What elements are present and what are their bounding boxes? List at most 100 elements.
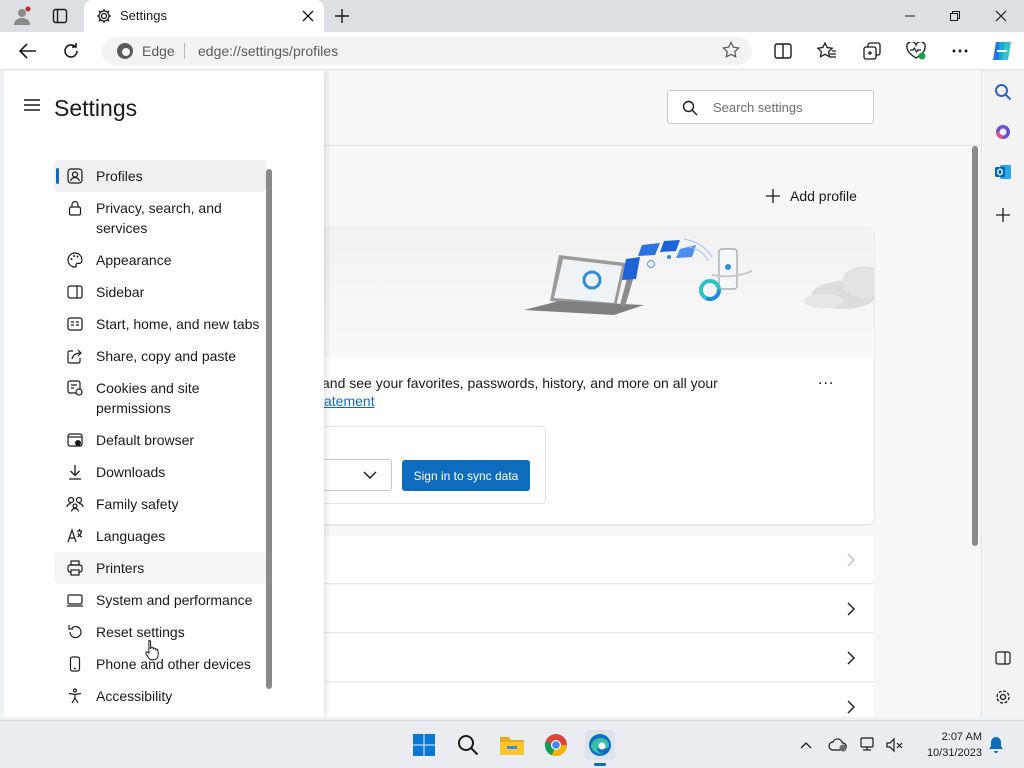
search-sidebar-icon[interactable]	[992, 81, 1014, 103]
nav-item-label: Phone and other devices	[96, 656, 251, 672]
file-explorer-icon[interactable]	[497, 730, 527, 760]
appearance-icon	[66, 251, 84, 269]
add-profile-button[interactable]: Add profile	[766, 185, 857, 207]
settings-heading: Settings	[54, 95, 138, 121]
download-icon	[66, 463, 84, 481]
sidebar-icon	[66, 283, 84, 301]
plus-icon	[766, 189, 780, 203]
windows-start-icon[interactable]	[409, 730, 439, 760]
sync-description: and see your favorites, passwords, histo…	[324, 375, 718, 391]
close-tab-icon[interactable]	[298, 6, 318, 26]
address-brand: Edge	[142, 43, 175, 59]
chevron-right-icon	[846, 602, 856, 616]
add-sidebar-app-icon[interactable]	[992, 204, 1014, 226]
search-input[interactable]: Search settings	[667, 90, 874, 124]
add-profile-label: Add profile	[790, 188, 857, 204]
nav-item-profiles[interactable]: Profiles	[54, 160, 266, 192]
sync-box: Sign in to sync data	[324, 426, 546, 504]
nav-item-label: Appearance	[96, 252, 172, 268]
nav-item-start-home[interactable]: Start, home, and new tabs	[54, 308, 266, 340]
profiles-icon	[66, 167, 84, 185]
cookies-icon	[66, 379, 84, 397]
hamburger-menu-icon[interactable]	[24, 99, 40, 111]
profile-setting-row[interactable]	[324, 585, 874, 633]
nav-item-label: Default browser	[96, 432, 195, 448]
nav-item-accessibility[interactable]: Accessibility	[54, 680, 266, 712]
microsoft365-icon[interactable]	[992, 121, 1014, 143]
home-tabs-icon	[66, 315, 84, 333]
favorite-star-icon[interactable]	[722, 41, 740, 59]
search-placeholder: Search settings	[713, 100, 803, 115]
notification-bell-icon[interactable]	[986, 735, 1006, 755]
nav-item-label: Start, home, and new tabs	[96, 316, 260, 332]
new-tab-button[interactable]	[332, 6, 352, 26]
tab-actions-icon[interactable]	[50, 6, 70, 26]
clock-date: 10/31/2023	[926, 747, 982, 759]
split-screen-icon[interactable]	[770, 39, 796, 63]
languages-icon	[66, 527, 84, 545]
more-options-icon[interactable]	[947, 39, 973, 63]
nav-item-family-safety[interactable]: Family safety	[54, 488, 266, 520]
nav-item-label: Family safety	[96, 496, 179, 512]
page-scrollbar[interactable]	[972, 146, 978, 546]
volume-muted-icon[interactable]	[885, 735, 905, 755]
copilot-icon[interactable]	[989, 39, 1015, 63]
collections-icon[interactable]	[859, 39, 885, 63]
nav-item-share[interactable]: Share, copy and paste	[54, 340, 266, 372]
nav-item-default-browser[interactable]: Default browser	[54, 424, 266, 456]
profile-setting-row[interactable]	[324, 683, 874, 717]
edge-sidebar	[981, 71, 1024, 717]
favorites-icon[interactable]	[814, 39, 840, 63]
back-button[interactable]	[15, 39, 41, 63]
share-icon	[66, 347, 84, 365]
edge-logo-icon	[116, 42, 134, 60]
nav-item-label: Languages	[96, 528, 166, 544]
address-bar[interactable]: Edge edge://settings/profiles	[102, 37, 752, 65]
nav-item-languages[interactable]: Languages	[54, 520, 266, 552]
chevron-right-icon	[846, 651, 856, 665]
nav-item-appearance[interactable]: Appearance	[54, 244, 266, 276]
close-window-button[interactable]	[978, 4, 1024, 28]
outlook-icon[interactable]	[992, 161, 1014, 183]
tab-title: Settings	[120, 8, 167, 23]
profile-card: and see your favorites, passwords, histo…	[324, 227, 874, 524]
nav-item-system[interactable]: System and performance	[54, 584, 266, 616]
sign-in-sync-button[interactable]: Sign in to sync data	[402, 460, 530, 491]
nav-scrollbar[interactable]	[266, 169, 272, 689]
network-icon[interactable]	[859, 735, 879, 755]
browser-essentials-icon[interactable]	[903, 39, 929, 63]
nav-item-label: Profiles	[96, 168, 143, 184]
chevron-right-icon	[846, 553, 856, 567]
cloud-sync-icon[interactable]	[828, 735, 848, 755]
system-clock[interactable]: 2:07 AM 10/31/2023	[918, 729, 982, 761]
account-dropdown[interactable]	[324, 459, 392, 491]
privacy-statement-link[interactable]: atement	[324, 393, 375, 409]
nav-item-label: Downloads	[96, 464, 166, 480]
refresh-button[interactable]	[58, 39, 84, 63]
nav-item-label: Accessibility	[96, 688, 173, 704]
profile-setting-row[interactable]	[324, 536, 874, 584]
nav-item-privacy[interactable]: Privacy, search, and services	[54, 192, 266, 244]
chrome-icon[interactable]	[541, 730, 571, 760]
sidebar-settings-gear-icon[interactable]	[992, 686, 1014, 708]
minimize-button[interactable]	[887, 4, 933, 28]
printer-icon	[66, 559, 84, 577]
profile-setting-row[interactable]	[324, 634, 874, 682]
edge-taskbar-icon[interactable]	[585, 730, 615, 766]
taskbar-search-icon[interactable]	[453, 730, 483, 760]
profile-avatar-icon[interactable]	[12, 6, 32, 26]
hide-sidebar-icon[interactable]	[992, 647, 1014, 669]
nav-item-label: Sidebar	[96, 284, 145, 300]
chevron-up-icon[interactable]	[796, 735, 816, 755]
address-separator	[184, 43, 185, 59]
nav-item-cookies[interactable]: Cookies and site permissions	[54, 372, 266, 424]
profile-more-options-button[interactable]: ...	[818, 371, 834, 389]
nav-item-label: System and performance	[96, 592, 253, 608]
nav-item-printers[interactable]: Printers	[54, 552, 266, 584]
restore-button[interactable]	[932, 4, 978, 28]
tab-settings[interactable]: Settings	[84, 0, 324, 32]
address-url[interactable]: edge://settings/profiles	[198, 43, 338, 59]
nav-item-downloads[interactable]: Downloads	[54, 456, 266, 488]
taskbar: 2:07 AM 10/31/2023	[0, 720, 1024, 768]
nav-item-sidebar[interactable]: Sidebar	[54, 276, 266, 308]
